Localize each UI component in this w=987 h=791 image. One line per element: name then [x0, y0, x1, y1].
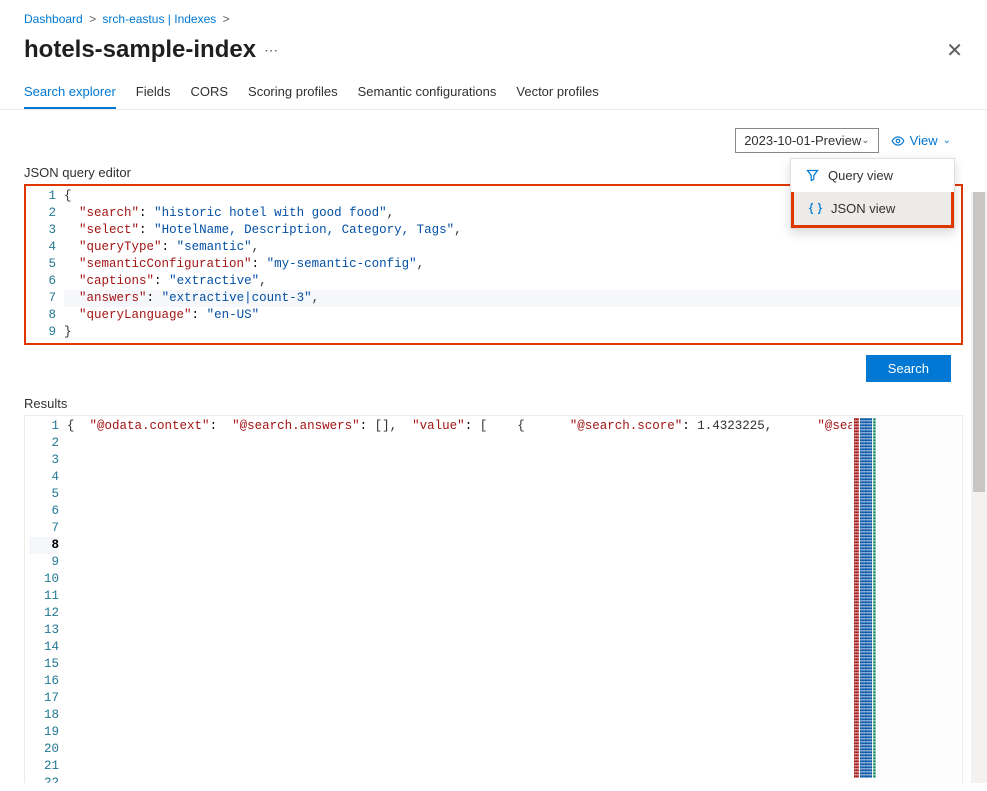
- results-wrap: 12345678910111213141516171819202122 { "@…: [24, 415, 963, 783]
- close-icon[interactable]: ✕: [946, 38, 963, 63]
- tab-cors[interactable]: CORS: [190, 74, 228, 109]
- minimap[interactable]: ████ ██████████ ██████ ██████████ ██████…: [852, 416, 962, 783]
- tab-scoring-profiles[interactable]: Scoring profiles: [248, 74, 338, 109]
- tab-bar: Search explorer Fields CORS Scoring prof…: [0, 74, 987, 110]
- filter-icon: [805, 168, 820, 183]
- eye-icon: [891, 134, 905, 148]
- view-menu-json-view[interactable]: JSON view: [794, 192, 951, 225]
- page-title: hotels-sample-index: [24, 36, 256, 64]
- toolbar: 2023-10-01-Preview ⌄ View ⌄ Query view J…: [24, 110, 963, 165]
- results-editor[interactable]: 12345678910111213141516171819202122 { "@…: [24, 415, 963, 783]
- results-gutter: 12345678910111213141516171819202122: [25, 416, 67, 783]
- breadcrumb: Dashboard > srch-eastus | Indexes >: [0, 0, 987, 32]
- view-menu-query-view[interactable]: Query view: [791, 159, 954, 192]
- breadcrumb-link-indexes[interactable]: srch-eastus | Indexes: [102, 12, 216, 26]
- tab-fields[interactable]: Fields: [136, 74, 171, 109]
- braces-icon: [808, 201, 823, 216]
- chevron-down-icon: ⌄: [861, 135, 869, 146]
- tab-search-explorer[interactable]: Search explorer: [24, 74, 116, 109]
- more-menu-icon[interactable]: ⋯: [264, 42, 280, 59]
- view-menu-item-label: JSON view: [831, 201, 895, 216]
- title-row: hotels-sample-index ⋯ ✕: [0, 32, 987, 74]
- view-menu: Query view JSON view: [790, 158, 955, 229]
- api-version-value: 2023-10-01-Preview: [744, 133, 861, 148]
- api-version-select[interactable]: 2023-10-01-Preview ⌄: [735, 128, 878, 153]
- query-gutter: 123456789: [26, 186, 64, 343]
- scrollbar-thumb[interactable]: [973, 192, 985, 492]
- breadcrumb-link-dashboard[interactable]: Dashboard: [24, 12, 83, 26]
- search-button[interactable]: Search: [866, 355, 951, 382]
- view-toggle-label: View: [910, 133, 938, 148]
- results-body[interactable]: { "@odata.context": "@search.answers": […: [67, 416, 852, 783]
- chevron-right-icon: >: [223, 12, 230, 26]
- content-area: 2023-10-01-Preview ⌄ View ⌄ Query view J…: [0, 110, 987, 783]
- results-label: Results: [24, 396, 963, 411]
- chevron-right-icon: >: [89, 12, 96, 26]
- tab-vector-profiles[interactable]: Vector profiles: [516, 74, 598, 109]
- view-toggle[interactable]: View ⌄: [891, 133, 951, 148]
- scrollbar-track[interactable]: [971, 192, 987, 783]
- search-row: Search: [24, 351, 963, 396]
- chevron-down-icon: ⌄: [943, 135, 951, 146]
- tab-semantic-configurations[interactable]: Semantic configurations: [358, 74, 497, 109]
- view-menu-item-label: Query view: [828, 168, 893, 183]
